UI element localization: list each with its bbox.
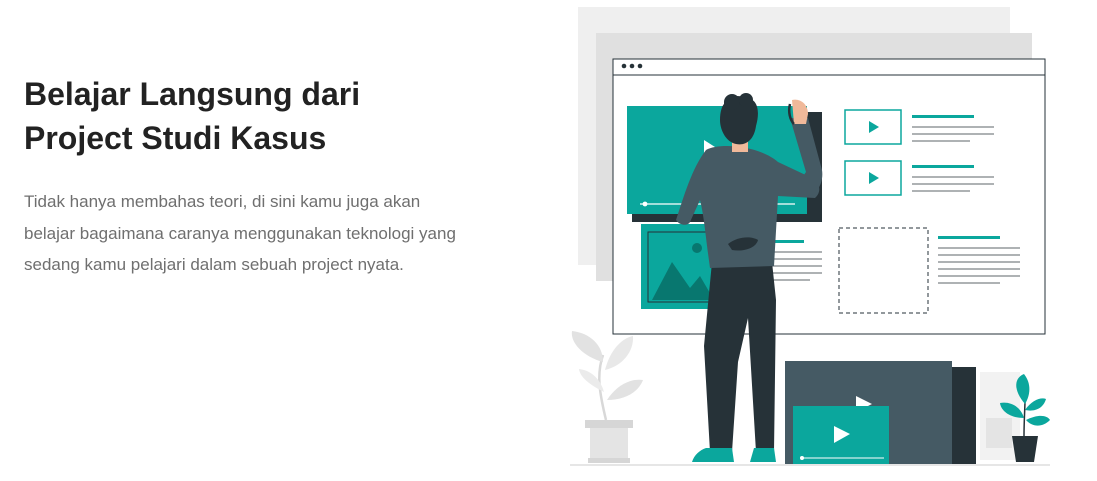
section-description: Tidak hanya membahas teori, di sini kamu… — [24, 192, 456, 274]
window-dot-icon — [637, 63, 643, 69]
window-dot-icon — [621, 63, 627, 69]
developer-studying-illustration — [570, 7, 1050, 466]
feature-text: Belajar Langsung dari Project Studi Kasu… — [24, 72, 484, 281]
window-dot-icon — [629, 63, 635, 69]
section-title-line-2: Project Studi Kasus — [24, 120, 327, 156]
section-title: Belajar Langsung dari Project Studi Kasu… — [24, 72, 484, 160]
teal-plant-pot-icon — [980, 372, 1050, 462]
feature-section: Belajar Langsung dari Project Studi Kasu… — [0, 0, 1097, 481]
video-screens-stack — [785, 361, 976, 464]
section-title-line-1: Belajar Langsung dari — [24, 76, 361, 112]
plant-pot-icon — [571, 331, 643, 463]
